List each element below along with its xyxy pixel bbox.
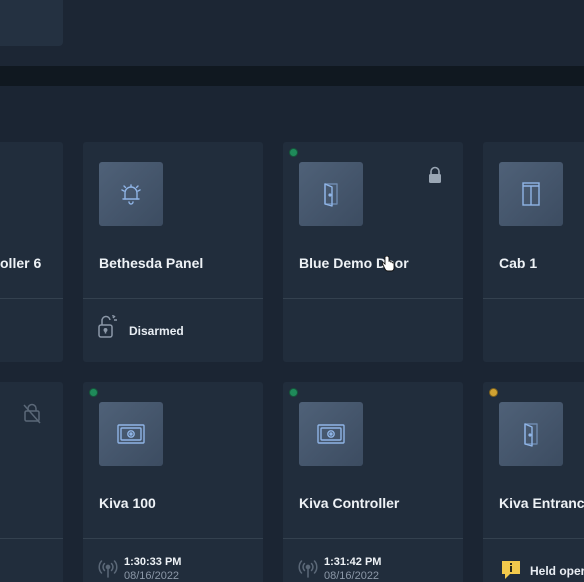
- alarm-bell-icon: [99, 162, 163, 226]
- device-status-text: Held oper: [530, 564, 584, 578]
- device-card-title: Bethesda Panel: [99, 255, 204, 271]
- lock-disabled-icon: [22, 402, 42, 429]
- camera-reader-icon: [99, 402, 163, 466]
- mouse-cursor: [381, 255, 395, 277]
- device-card-kiva-controller[interactable]: Kiva Controller 1:31:42 PM 08/16/2022: [283, 382, 463, 582]
- device-card-cab-1[interactable]: Cab 1: [483, 142, 584, 362]
- unlock-icon: [97, 314, 119, 345]
- device-card-controller-6[interactable]: oller 6: [0, 142, 63, 362]
- last-event-time: 1:31:42 PM: [324, 556, 382, 568]
- device-card-blue-demo-door[interactable]: Blue Demo Door: [283, 142, 463, 362]
- device-card-title: Kiva Controller: [299, 495, 400, 511]
- device-card-kiva-entrance[interactable]: Kiva Entranc Held oper: [483, 382, 584, 582]
- last-event-time: 1:30:33 PM: [124, 556, 182, 568]
- door-icon: [299, 162, 363, 226]
- warning-badge-icon: [500, 559, 522, 582]
- signal-icon: [97, 560, 119, 582]
- last-event-date: 08/16/2022: [124, 570, 180, 582]
- top-bar: [0, 0, 584, 66]
- door-icon: [499, 402, 563, 466]
- device-card-title: oller 6: [0, 255, 42, 271]
- lock-icon: [427, 166, 443, 189]
- device-card-title: Kiva 100: [99, 495, 156, 511]
- device-card-kiva-100[interactable]: Kiva 100 1:30:33 PM 08/16/2022: [83, 382, 263, 582]
- last-event-date: 08/16/2022: [324, 570, 380, 582]
- elevator-door-icon: [499, 162, 563, 226]
- warning-status-dot: [490, 389, 497, 396]
- device-status-text: Disarmed: [129, 324, 184, 338]
- section-divider: [0, 66, 584, 86]
- online-status-dot: [290, 149, 297, 156]
- top-card-partial[interactable]: [0, 0, 63, 46]
- online-status-dot: [290, 389, 297, 396]
- device-card-title: Kiva Entranc: [499, 495, 584, 511]
- signal-icon: [297, 560, 319, 582]
- device-card-title: Cab 1: [499, 255, 538, 271]
- online-status-dot: [90, 389, 97, 396]
- device-card-bethesda-panel[interactable]: Bethesda Panel Disarmed: [83, 142, 263, 362]
- device-card-partial-left[interactable]: [0, 382, 63, 582]
- camera-reader-icon: [299, 402, 363, 466]
